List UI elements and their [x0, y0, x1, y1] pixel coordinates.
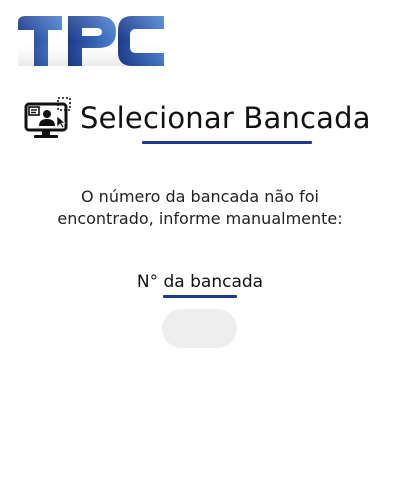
label-underline — [163, 295, 237, 298]
bancada-number-label: N° da bancada — [136, 272, 264, 292]
tpc-logo — [18, 16, 164, 66]
info-message-line-1: O número da bancada não foi — [81, 187, 319, 206]
info-message-line-2: encontrado, informe manualmente: — [57, 209, 343, 228]
bancada-number-input[interactable] — [162, 309, 237, 348]
title-underline — [142, 141, 312, 144]
monitor-user-icon — [24, 97, 71, 138]
page-title: Selecionar Bancada — [80, 101, 371, 135]
page-header: Selecionar Bancada — [22, 96, 382, 140]
info-message: O número da bancada não foi encontrado, … — [20, 186, 380, 230]
